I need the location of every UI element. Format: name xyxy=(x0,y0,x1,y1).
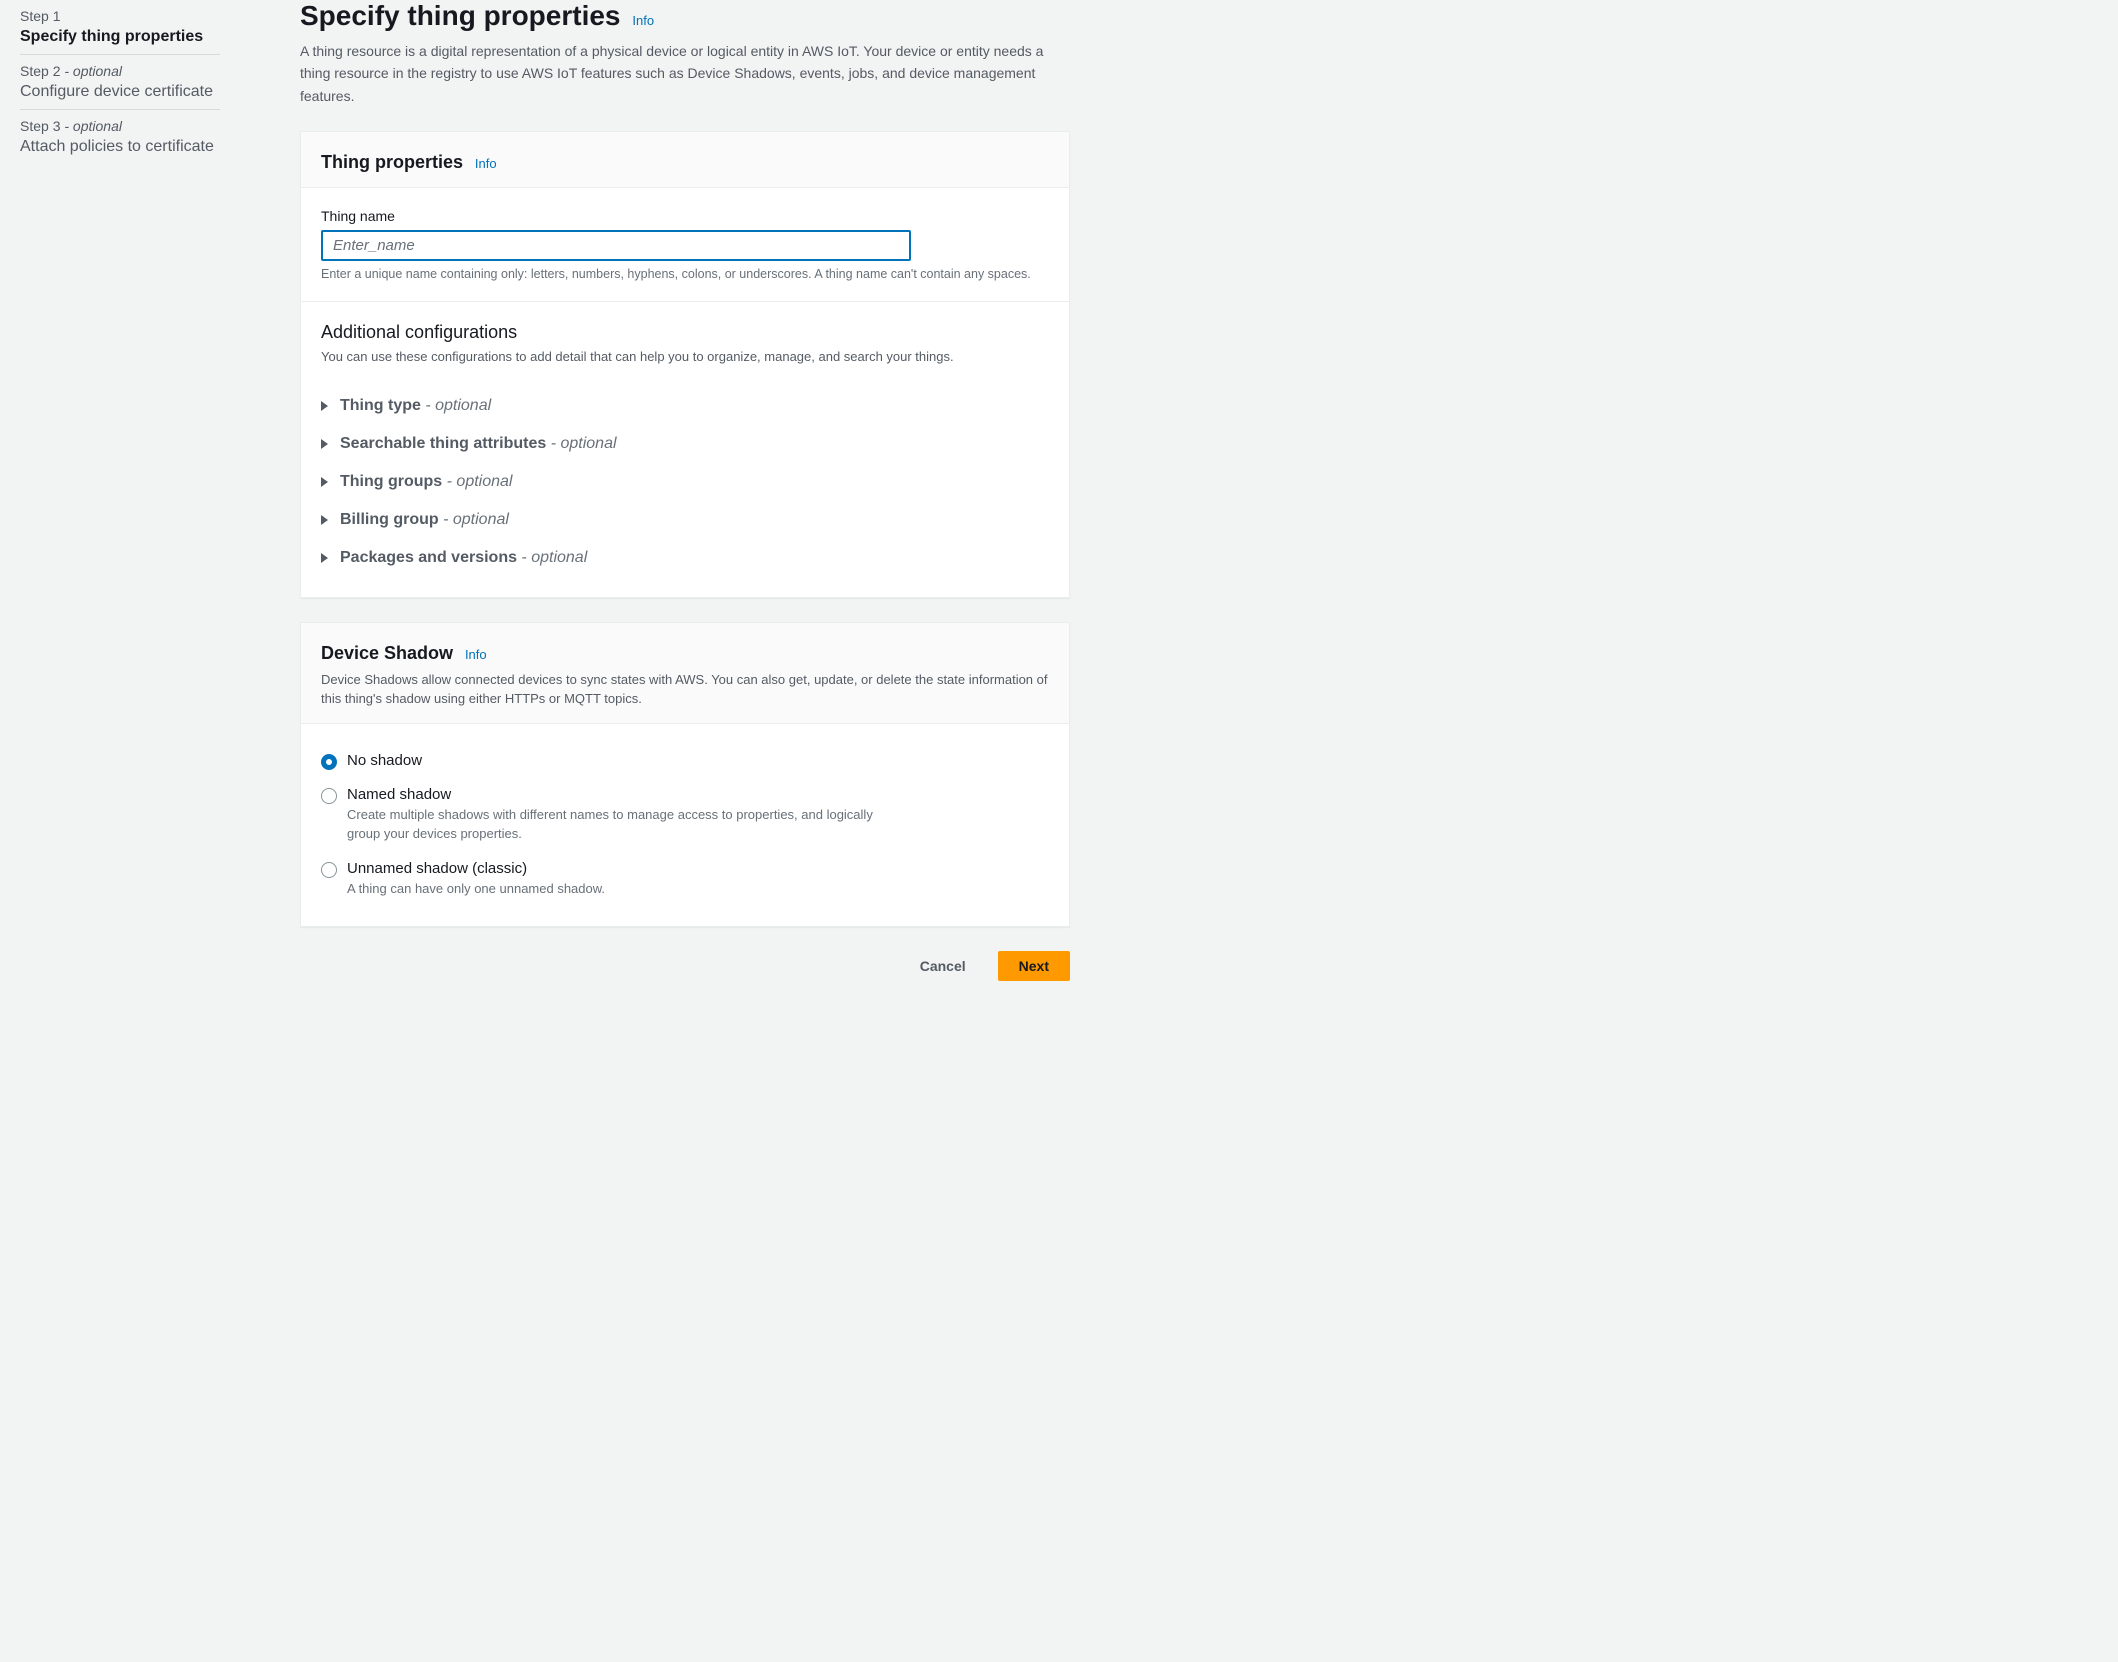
thing-name-hint: Enter a unique name containing only: let… xyxy=(321,267,1049,281)
step-title: Attach policies to certificate xyxy=(20,138,220,156)
page-title: Specify thing properties xyxy=(300,0,621,31)
panel-title: Device Shadow xyxy=(321,643,453,663)
radio-no-shadow[interactable]: No shadow xyxy=(321,744,1049,778)
panel-desc: Device Shadows allow connected devices t… xyxy=(321,670,1049,709)
expand-searchable-attributes[interactable]: Searchable thing attributes - optional xyxy=(321,425,1049,463)
radio-desc: Create multiple shadows with different n… xyxy=(347,805,907,844)
expandable-label: Thing groups xyxy=(340,473,442,490)
step-title: Specify thing properties xyxy=(20,28,220,46)
expandable-label: Searchable thing attributes xyxy=(340,435,546,452)
optional-suffix: - optional xyxy=(439,511,509,528)
expand-packages-versions[interactable]: Packages and versions - optional xyxy=(321,539,1049,577)
expand-thing-type[interactable]: Thing type - optional xyxy=(321,387,1049,425)
caret-right-icon xyxy=(321,515,328,525)
radio-input[interactable] xyxy=(321,788,337,804)
optional-suffix: - optional xyxy=(546,435,616,452)
panel-title: Thing properties xyxy=(321,152,463,172)
page-description: A thing resource is a digital representa… xyxy=(300,40,1070,107)
step-3[interactable]: Step 3 - optional Attach policies to cer… xyxy=(20,110,220,164)
radio-named-shadow[interactable]: Named shadow Create multiple shadows wit… xyxy=(321,778,1049,852)
caret-right-icon xyxy=(321,477,328,487)
radio-input[interactable] xyxy=(321,754,337,770)
radio-label: No shadow xyxy=(347,752,1049,769)
step-2[interactable]: Step 2 - optional Configure device certi… xyxy=(20,55,220,110)
next-button[interactable]: Next xyxy=(998,951,1070,981)
caret-right-icon xyxy=(321,553,328,563)
step-optional: - optional xyxy=(60,118,121,134)
optional-suffix: - optional xyxy=(517,549,587,566)
step-number: Step 3 xyxy=(20,118,60,134)
optional-suffix: - optional xyxy=(421,397,491,414)
radio-label: Named shadow xyxy=(347,786,1049,803)
step-title: Configure device certificate xyxy=(20,83,220,101)
wizard-sidebar: Step 1 Specify thing properties Step 2 -… xyxy=(0,0,240,1662)
divider xyxy=(301,301,1069,302)
radio-unnamed-shadow[interactable]: Unnamed shadow (classic) A thing can hav… xyxy=(321,852,1049,907)
panel-info-link[interactable]: Info xyxy=(475,156,497,171)
expandable-label: Thing type xyxy=(340,397,421,414)
additional-config-desc: You can use these configurations to add … xyxy=(321,347,1049,367)
thing-properties-panel: Thing properties Info Thing name Enter a… xyxy=(300,131,1070,598)
radio-input[interactable] xyxy=(321,862,337,878)
thing-name-label: Thing name xyxy=(321,208,1049,224)
cancel-button[interactable]: Cancel xyxy=(900,952,986,980)
step-1[interactable]: Step 1 Specify thing properties xyxy=(20,0,220,55)
step-number: Step 1 xyxy=(20,8,60,24)
radio-label: Unnamed shadow (classic) xyxy=(347,860,1049,877)
caret-right-icon xyxy=(321,439,328,449)
additional-config-title: Additional configurations xyxy=(321,322,1049,343)
step-optional: - optional xyxy=(60,63,121,79)
expand-billing-group[interactable]: Billing group - optional xyxy=(321,501,1049,539)
radio-desc: A thing can have only one unnamed shadow… xyxy=(347,879,907,899)
panel-info-link[interactable]: Info xyxy=(465,647,487,662)
device-shadow-panel: Device Shadow Info Device Shadows allow … xyxy=(300,622,1070,928)
caret-right-icon xyxy=(321,401,328,411)
step-number: Step 2 xyxy=(20,63,60,79)
optional-suffix: - optional xyxy=(442,473,512,490)
expand-thing-groups[interactable]: Thing groups - optional xyxy=(321,463,1049,501)
expandable-label: Packages and versions xyxy=(340,549,517,566)
thing-name-input[interactable] xyxy=(321,230,911,261)
expandable-label: Billing group xyxy=(340,511,439,528)
footer-actions: Cancel Next xyxy=(300,951,1070,981)
main-content: Specify thing properties Info A thing re… xyxy=(240,0,1090,1662)
page-info-link[interactable]: Info xyxy=(632,13,654,28)
